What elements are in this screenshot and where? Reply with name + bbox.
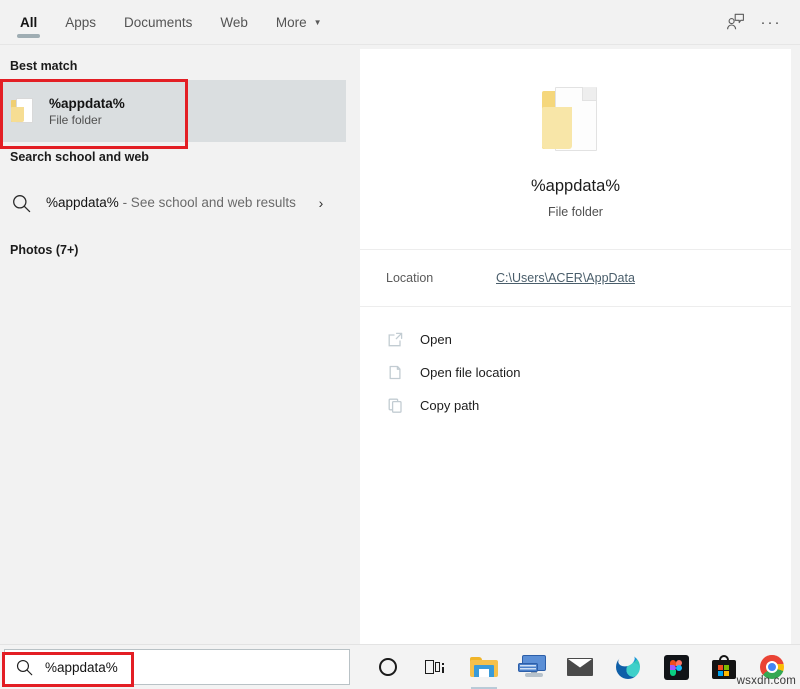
feedback-button[interactable] xyxy=(718,7,752,37)
tab-all[interactable]: All xyxy=(6,0,51,44)
tab-all-label: All xyxy=(20,15,37,30)
header-actions: ··· xyxy=(718,0,800,44)
web-search-label: %appdata% - See school and web results xyxy=(46,193,296,213)
search-tab-strip: All Apps Documents Web More ▼ xyxy=(0,0,800,45)
search-input-value: %appdata% xyxy=(45,660,118,675)
task-view-icon xyxy=(425,659,447,675)
result-subtitle: File folder xyxy=(49,113,125,127)
search-flyout: All Apps Documents Web More ▼ xyxy=(0,0,800,645)
taskbar-chrome-button[interactable] xyxy=(748,645,796,689)
result-title: %appdata% xyxy=(49,96,125,111)
web-search-suffix: - See school and web results xyxy=(119,195,296,210)
search-icon xyxy=(10,194,32,213)
search-body: Best match %appdata% File folder Search … xyxy=(0,45,800,645)
action-open[interactable]: Open xyxy=(386,323,791,356)
ellipsis-icon: ··· xyxy=(761,15,782,30)
tab-documents-label: Documents xyxy=(124,15,192,30)
result-item-best-match[interactable]: %appdata% File folder xyxy=(0,80,346,142)
preview-hero: %appdata% File folder xyxy=(360,49,791,250)
tab-documents[interactable]: Documents xyxy=(110,0,206,44)
tab-apps-label: Apps xyxy=(65,15,96,30)
google-chrome-icon xyxy=(760,655,784,679)
taskbar: %appdata% xyxy=(0,644,800,689)
feedback-person-icon xyxy=(726,13,745,31)
taskbar-remote-desktop-button[interactable] xyxy=(508,645,556,689)
taskbar-microsoft-store-button[interactable] xyxy=(700,645,748,689)
web-search-heading: Search school and web xyxy=(0,142,346,171)
tab-list: All Apps Documents Web More ▼ xyxy=(0,0,336,44)
remote-desktop-icon xyxy=(518,655,546,679)
folder-icon xyxy=(10,97,36,125)
preview-column: %appdata% File folder Location C:\Users\… xyxy=(346,45,800,645)
taskbar-file-explorer-button[interactable] xyxy=(460,645,508,689)
best-match-heading: Best match xyxy=(0,51,346,80)
preview-actions: Open Open file location xyxy=(360,307,791,422)
chevron-down-icon: ▼ xyxy=(314,19,322,27)
preview-location-row: Location C:\Users\ACER\AppData xyxy=(360,250,791,307)
tab-web-label: Web xyxy=(220,15,248,30)
taskbar-edge-button[interactable] xyxy=(604,645,652,689)
result-item-web-search[interactable]: %appdata% - See school and web results › xyxy=(0,171,346,235)
mail-icon xyxy=(567,658,593,676)
results-column: Best match %appdata% File folder Search … xyxy=(0,45,346,645)
preview-title: %appdata% xyxy=(531,177,620,196)
web-search-query: %appdata% xyxy=(46,195,119,210)
tab-apps[interactable]: Apps xyxy=(51,0,110,44)
action-open-label: Open xyxy=(420,332,452,347)
taskbar-cortana-button[interactable] xyxy=(364,645,412,689)
tab-web[interactable]: Web xyxy=(206,0,262,44)
result-text: %appdata% File folder xyxy=(49,96,125,127)
photos-heading: Photos (7+) xyxy=(0,235,346,264)
action-copy-path-label: Copy path xyxy=(420,398,479,413)
action-open-file-location[interactable]: Open file location xyxy=(386,356,791,389)
overflow-menu-button[interactable]: ··· xyxy=(754,7,788,37)
copy-icon xyxy=(386,397,404,415)
chevron-right-icon: › xyxy=(310,195,332,211)
preview-subtitle: File folder xyxy=(548,205,603,219)
action-copy-path[interactable]: Copy path xyxy=(386,389,791,422)
preview-card: %appdata% File folder Location C:\Users\… xyxy=(360,49,791,645)
windows-search-screen: All Apps Documents Web More ▼ xyxy=(0,0,800,689)
search-icon xyxy=(16,659,33,676)
open-external-icon xyxy=(386,331,404,349)
tab-active-indicator xyxy=(17,34,40,38)
search-input[interactable]: %appdata% xyxy=(4,649,350,685)
tab-more[interactable]: More ▼ xyxy=(262,0,336,44)
taskbar-mail-button[interactable] xyxy=(556,645,604,689)
location-path-link[interactable]: C:\Users\ACER\AppData xyxy=(496,271,635,285)
folder-icon xyxy=(538,87,614,151)
location-label: Location xyxy=(386,271,496,285)
tab-more-label: More xyxy=(276,15,307,30)
microsoft-edge-icon xyxy=(616,655,640,679)
action-open-file-location-label: Open file location xyxy=(420,365,520,380)
figma-icon xyxy=(664,655,689,680)
taskbar-figma-button[interactable] xyxy=(652,645,700,689)
taskbar-task-view-button[interactable] xyxy=(412,645,460,689)
cortana-icon xyxy=(379,658,397,676)
folder-open-icon xyxy=(386,364,404,382)
microsoft-store-icon xyxy=(712,655,736,679)
file-explorer-icon xyxy=(470,656,498,678)
taskbar-icons xyxy=(350,645,796,689)
